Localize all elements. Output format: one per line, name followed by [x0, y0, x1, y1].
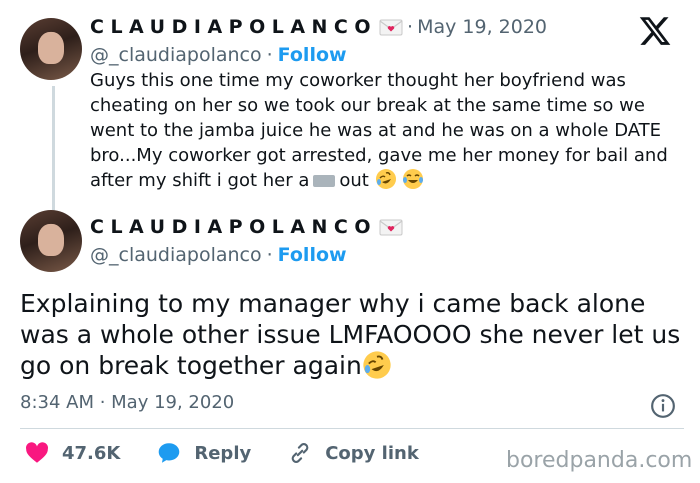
handle-row: @_claudiapolanco · Follow	[90, 44, 347, 66]
copy-link-label: Copy link	[325, 442, 419, 464]
separator-dot: ·	[407, 16, 414, 38]
face-with-tears-of-joy-emoji-icon	[403, 169, 424, 189]
separator-dot: ·	[266, 44, 273, 66]
rolling-on-floor-laughing-emoji-icon	[375, 169, 396, 189]
tweet-date[interactable]: May 19, 2020	[417, 16, 547, 38]
rolling-on-floor-laughing-emoji-icon	[363, 351, 391, 379]
like-button[interactable]: 47.6K	[24, 440, 120, 466]
like-count: 47.6K	[62, 442, 121, 464]
tweet-text-body: Explaining to my manager why i came back…	[20, 289, 681, 380]
separator-dot: ·	[266, 244, 273, 266]
handle[interactable]: @_claudiapolanco	[90, 244, 262, 266]
tweet-text: Explaining to my manager why i came back…	[20, 288, 690, 381]
tweet-text-tail: out	[339, 170, 369, 191]
info-icon[interactable]	[650, 393, 676, 419]
love-letter-icon	[379, 19, 403, 35]
heart-icon	[26, 442, 49, 463]
speech-bubble-icon	[159, 443, 180, 463]
display-name[interactable]: CLAUDIAPOLANCO	[90, 16, 377, 38]
tweet-text: Guys this one time my coworker thought h…	[90, 68, 690, 193]
copy-link-button[interactable]: Copy link	[287, 440, 419, 466]
watermark: boredpanda.com	[506, 448, 693, 473]
action-bar: 47.6K Reply Copy link	[24, 440, 419, 466]
handle-row: @_claudiapolanco · Follow	[90, 244, 347, 266]
reply-button[interactable]: Reply	[156, 440, 251, 466]
tweet-timestamp[interactable]: 8:34 AM · May 19, 2020	[20, 392, 234, 413]
avatar[interactable]	[20, 210, 82, 272]
tweet-header: CLAUDIAPOLANCO	[90, 216, 403, 238]
follow-button[interactable]: Follow	[278, 244, 347, 266]
link-icon	[291, 443, 309, 463]
display-name[interactable]: CLAUDIAPOLANCO	[90, 216, 377, 238]
censored-word	[313, 175, 336, 187]
follow-button[interactable]: Follow	[278, 44, 347, 66]
reply-label: Reply	[194, 442, 252, 464]
handle[interactable]: @_claudiapolanco	[90, 44, 262, 66]
thread-connector-line	[52, 86, 55, 210]
x-logo-icon[interactable]	[638, 14, 672, 48]
tweet-header: CLAUDIAPOLANCO · May 19, 2020	[90, 16, 547, 38]
avatar[interactable]	[20, 18, 82, 80]
divider	[20, 428, 684, 429]
love-letter-icon	[379, 219, 403, 235]
